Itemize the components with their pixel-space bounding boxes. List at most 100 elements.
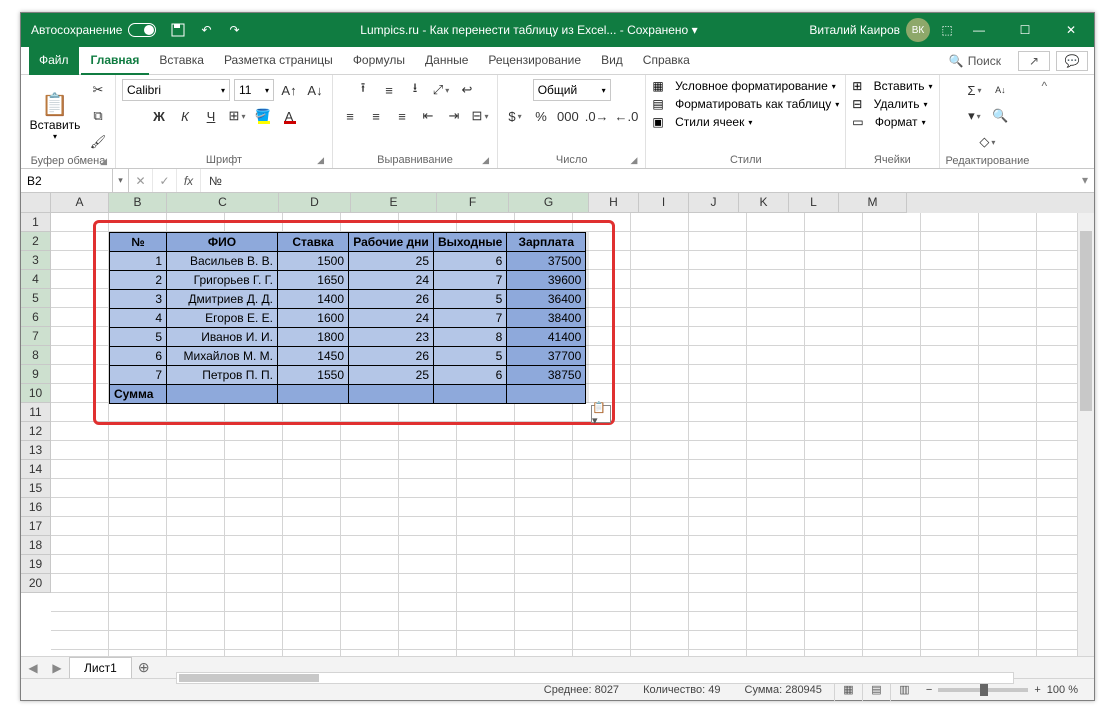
- comments-button[interactable]: 💬: [1056, 51, 1088, 71]
- ribbon-options-icon[interactable]: ⬚: [938, 23, 956, 37]
- row-header[interactable]: 11: [21, 403, 51, 422]
- col-header[interactable]: C: [167, 193, 279, 213]
- launcher-icon[interactable]: ◢: [630, 155, 637, 166]
- font-color-icon[interactable]: A: [278, 105, 300, 127]
- wrap-text-icon[interactable]: ↩: [456, 79, 478, 101]
- row-header[interactable]: 7: [21, 327, 51, 346]
- row-header[interactable]: 13: [21, 441, 51, 460]
- row-header[interactable]: 19: [21, 555, 51, 574]
- align-middle-icon[interactable]: ≡: [378, 79, 400, 101]
- border-icon[interactable]: ⊞: [226, 105, 248, 127]
- col-header[interactable]: A: [51, 193, 109, 213]
- bold-button[interactable]: Ж: [148, 105, 170, 127]
- name-box[interactable]: B2: [21, 169, 113, 192]
- row-header[interactable]: 4: [21, 270, 51, 289]
- col-header[interactable]: M: [839, 193, 907, 213]
- row-header[interactable]: 15: [21, 479, 51, 498]
- vertical-scrollbar[interactable]: [1077, 213, 1094, 656]
- fill-icon[interactable]: ▾: [963, 105, 985, 127]
- col-header[interactable]: F: [437, 193, 509, 213]
- minimize-button[interactable]: —: [956, 13, 1002, 47]
- format-cells-button[interactable]: ▭ Формат ▾: [852, 115, 925, 129]
- autosum-icon[interactable]: Σ: [963, 79, 985, 101]
- save-icon[interactable]: [170, 22, 186, 38]
- align-top-icon[interactable]: ⭱: [352, 79, 374, 101]
- number-format[interactable]: Общий▾: [533, 79, 611, 101]
- row-header[interactable]: 9: [21, 365, 51, 384]
- select-all-corner[interactable]: [21, 193, 51, 213]
- tab-help[interactable]: Справка: [633, 47, 700, 75]
- align-right-icon[interactable]: ≡: [391, 105, 413, 127]
- worksheet-grid[interactable]: ABCDEFGHIJKLM 12345678910111213141516171…: [21, 193, 1094, 656]
- find-icon[interactable]: 🔍: [989, 105, 1011, 127]
- col-header[interactable]: I: [639, 193, 689, 213]
- fill-color-icon[interactable]: 🪣: [252, 105, 274, 127]
- dec-decimal-icon[interactable]: ←.0: [614, 105, 640, 127]
- row-header[interactable]: 6: [21, 308, 51, 327]
- indent-dec-icon[interactable]: ⇤: [417, 105, 439, 127]
- launcher-icon[interactable]: ◢: [100, 156, 107, 167]
- tab-layout[interactable]: Разметка страницы: [214, 47, 343, 75]
- autosave-switch[interactable]: Автосохранение: [21, 23, 156, 37]
- col-header[interactable]: K: [739, 193, 789, 213]
- share-button[interactable]: ↗: [1018, 51, 1050, 71]
- cut-icon[interactable]: ✂: [87, 79, 109, 101]
- delete-cells-button[interactable]: ⊟ Удалить ▾: [852, 97, 927, 111]
- cell-styles-button[interactable]: ▣ Стили ячеек ▾: [652, 115, 752, 129]
- row-header[interactable]: 14: [21, 460, 51, 479]
- sheet-nav-prev[interactable]: ◀: [21, 661, 45, 675]
- row-header[interactable]: 17: [21, 517, 51, 536]
- col-header[interactable]: B: [109, 193, 167, 213]
- format-table-button[interactable]: ▤ Форматировать как таблицу ▾: [652, 97, 839, 111]
- sheet-nav-next[interactable]: ▶: [45, 661, 69, 675]
- redo-icon[interactable]: ↷: [226, 22, 242, 38]
- align-bottom-icon[interactable]: ⭳: [404, 79, 426, 101]
- orientation-icon[interactable]: ⤢: [430, 79, 452, 101]
- row-header[interactable]: 12: [21, 422, 51, 441]
- col-header[interactable]: D: [279, 193, 351, 213]
- undo-icon[interactable]: ↶: [198, 22, 214, 38]
- collapse-ribbon-icon[interactable]: ^: [1035, 75, 1053, 168]
- row-header[interactable]: 18: [21, 536, 51, 555]
- add-sheet-button[interactable]: ⊕: [132, 659, 156, 676]
- font-name[interactable]: Calibri▾: [122, 79, 230, 101]
- sheet-tab[interactable]: Лист1: [69, 657, 132, 679]
- maximize-button[interactable]: ☐: [1002, 13, 1048, 47]
- italic-button[interactable]: К: [174, 105, 196, 127]
- row-header[interactable]: 5: [21, 289, 51, 308]
- paste-options-icon[interactable]: 📋▾: [591, 405, 611, 423]
- expand-formula-icon[interactable]: ▾: [1076, 169, 1094, 192]
- zoom-slider[interactable]: [938, 688, 1028, 692]
- tab-formulas[interactable]: Формулы: [343, 47, 415, 75]
- avatar[interactable]: ВК: [906, 18, 930, 42]
- tab-insert[interactable]: Вставка: [149, 47, 214, 75]
- grow-font-icon[interactable]: A↑: [278, 79, 300, 101]
- namebox-dropdown[interactable]: ▾: [113, 169, 129, 192]
- indent-inc-icon[interactable]: ⇥: [443, 105, 465, 127]
- align-center-icon[interactable]: ≡: [365, 105, 387, 127]
- tab-data[interactable]: Данные: [415, 47, 478, 75]
- col-header[interactable]: E: [351, 193, 437, 213]
- row-header[interactable]: 10: [21, 384, 51, 403]
- merge-icon[interactable]: ⊟: [469, 105, 491, 127]
- row-header[interactable]: 20: [21, 574, 51, 593]
- tab-home[interactable]: Главная: [81, 47, 150, 75]
- zoom-level[interactable]: 100 %: [1047, 684, 1078, 696]
- align-left-icon[interactable]: ≡: [339, 105, 361, 127]
- sort-filter-icon[interactable]: A↓: [989, 79, 1011, 101]
- insert-cells-button[interactable]: ⊞ Вставить ▾: [852, 79, 932, 93]
- tab-file[interactable]: Файл: [29, 47, 79, 75]
- inc-decimal-icon[interactable]: .0→: [584, 105, 610, 127]
- cancel-icon[interactable]: ✕: [129, 169, 153, 192]
- comma-icon[interactable]: 000: [556, 105, 580, 127]
- enter-icon[interactable]: ✓: [153, 169, 177, 192]
- currency-icon[interactable]: $: [504, 105, 526, 127]
- launcher-icon[interactable]: ◢: [317, 155, 324, 166]
- tab-review[interactable]: Рецензирование: [478, 47, 591, 75]
- font-size[interactable]: 11▾: [234, 79, 274, 101]
- close-button[interactable]: ✕: [1048, 13, 1094, 47]
- cond-format-button[interactable]: ▦ Условное форматирование ▾: [652, 79, 835, 93]
- copy-icon[interactable]: ⧉: [87, 105, 109, 127]
- zoom-out-button[interactable]: −: [926, 684, 932, 696]
- row-header[interactable]: 3: [21, 251, 51, 270]
